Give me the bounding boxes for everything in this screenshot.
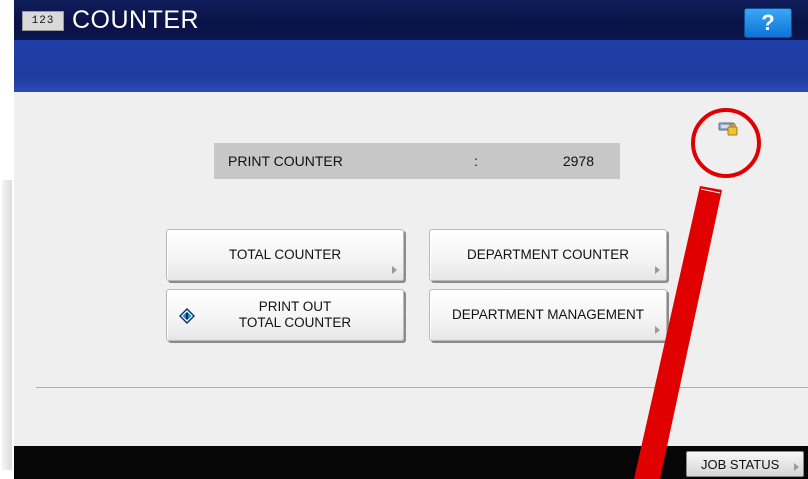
print-out-label-line1: PRINT OUT bbox=[258, 299, 332, 314]
header-band bbox=[14, 40, 808, 92]
department-counter-button[interactable]: DEPARTMENT COUNTER bbox=[429, 229, 667, 281]
print-counter-row: PRINT COUNTER : 2978 bbox=[214, 143, 620, 179]
panel-screen: 123 COUNTER ? PRINT COUNTER : 2978 TOTAL… bbox=[14, 0, 808, 479]
print-counter-value: 2978 bbox=[562, 153, 594, 169]
submenu-arrow-icon bbox=[392, 266, 397, 274]
department-management-button[interactable]: DEPARTMENT MANAGEMENT bbox=[429, 289, 667, 341]
submenu-arrow-icon bbox=[655, 266, 660, 274]
total-counter-label: TOTAL COUNTER bbox=[228, 247, 342, 262]
job-status-button[interactable]: JOB STATUS bbox=[686, 451, 804, 477]
job-status-label: JOB STATUS bbox=[701, 456, 780, 472]
left-edge bbox=[0, 0, 14, 479]
print-counter-separator: : bbox=[474, 153, 478, 169]
department-management-label: DEPARTMENT MANAGEMENT bbox=[451, 307, 645, 322]
submenu-arrow-icon bbox=[794, 463, 799, 471]
department-counter-label: DEPARTMENT COUNTER bbox=[466, 247, 629, 262]
submenu-arrow-icon bbox=[655, 326, 660, 334]
help-button[interactable]: ? bbox=[744, 8, 792, 38]
left-edge-shade bbox=[2, 180, 12, 470]
page-title: COUNTER bbox=[72, 6, 200, 34]
start-diamond-icon bbox=[179, 308, 195, 324]
title-bar: 123 COUNTER ? bbox=[14, 0, 808, 40]
print-counter-label: PRINT COUNTER bbox=[228, 153, 343, 169]
counter-app-icon: 123 bbox=[22, 11, 64, 31]
print-out-total-counter-button[interactable]: PRINT OUT TOTAL COUNTER bbox=[166, 289, 404, 341]
print-out-label-line2: TOTAL COUNTER bbox=[238, 315, 352, 330]
total-counter-button[interactable]: TOTAL COUNTER bbox=[166, 229, 404, 281]
callout-circle bbox=[691, 108, 761, 178]
content-divider bbox=[36, 387, 808, 388]
print-out-label: PRINT OUT TOTAL COUNTER bbox=[239, 299, 351, 331]
